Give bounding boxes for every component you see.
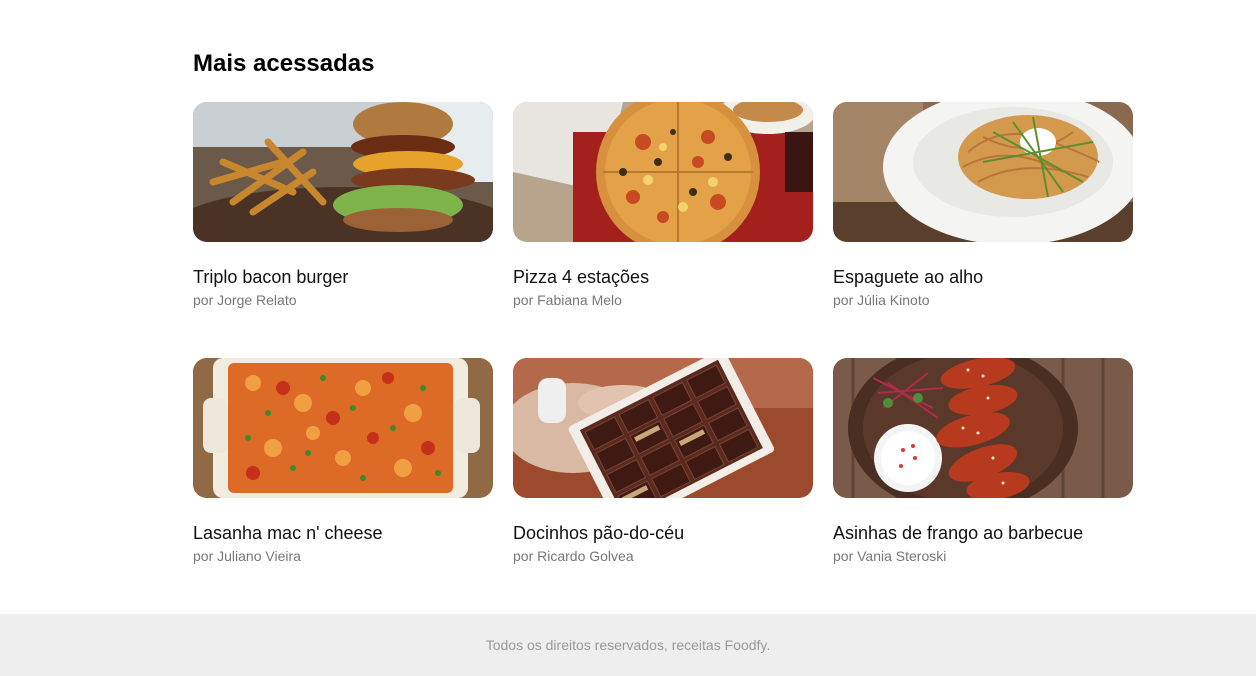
- recipe-title[interactable]: Lasanha mac n' cheese: [193, 522, 493, 544]
- chocolates-image[interactable]: [513, 358, 813, 498]
- recipe-card[interactable]: Lasanha mac n' cheese por Juliano Vieira: [193, 358, 493, 614]
- recipe-grid: Triplo bacon burger por Jorge Relato Piz…: [193, 102, 1133, 614]
- recipe-author: por Juliano Vieira: [193, 548, 301, 564]
- footer: Todos os direitos reservados, receitas F…: [0, 614, 1256, 676]
- page: Mais acessadas Triplo bacon burger por J…: [0, 0, 1256, 676]
- recipe-card[interactable]: Pizza 4 estações por Fabiana Melo: [513, 102, 813, 358]
- recipe-author: por Jorge Relato: [193, 292, 297, 308]
- recipe-card[interactable]: Asinhas de frango ao barbecue por Vania …: [833, 358, 1133, 614]
- recipe-card[interactable]: Docinhos pão-do-céu por Ricardo Golvea: [513, 358, 813, 614]
- spaghetti-photo: [833, 102, 1133, 242]
- recipe-author: por Vania Steroski: [833, 548, 947, 564]
- burger-photo: [193, 102, 493, 242]
- recipe-title[interactable]: Asinhas de frango ao barbecue: [833, 522, 1133, 544]
- chicken-wings-photo: [833, 358, 1133, 498]
- pizza-image[interactable]: [513, 102, 813, 242]
- recipe-author: por Fabiana Melo: [513, 292, 622, 308]
- lasagna-image[interactable]: [193, 358, 493, 498]
- recipe-title[interactable]: Espaguete ao alho: [833, 266, 1133, 288]
- lasagna-photo: [193, 358, 493, 498]
- pizza-photo: [513, 102, 813, 242]
- recipe-card[interactable]: Espaguete ao alho por Júlia Kinoto: [833, 102, 1133, 358]
- section-title: Mais acessadas: [193, 50, 375, 77]
- chicken-wings-image[interactable]: [833, 358, 1133, 498]
- footer-text: Todos os direitos reservados, receitas F…: [485, 637, 771, 653]
- recipe-author: por Júlia Kinoto: [833, 292, 930, 308]
- recipe-title[interactable]: Triplo bacon burger: [193, 266, 493, 288]
- chocolates-photo: [513, 358, 813, 498]
- spaghetti-image[interactable]: [833, 102, 1133, 242]
- recipe-author: por Ricardo Golvea: [513, 548, 634, 564]
- recipe-card[interactable]: Triplo bacon burger por Jorge Relato: [193, 102, 493, 358]
- burger-image[interactable]: [193, 102, 493, 242]
- recipe-title[interactable]: Docinhos pão-do-céu: [513, 522, 813, 544]
- recipe-title[interactable]: Pizza 4 estações: [513, 266, 813, 288]
